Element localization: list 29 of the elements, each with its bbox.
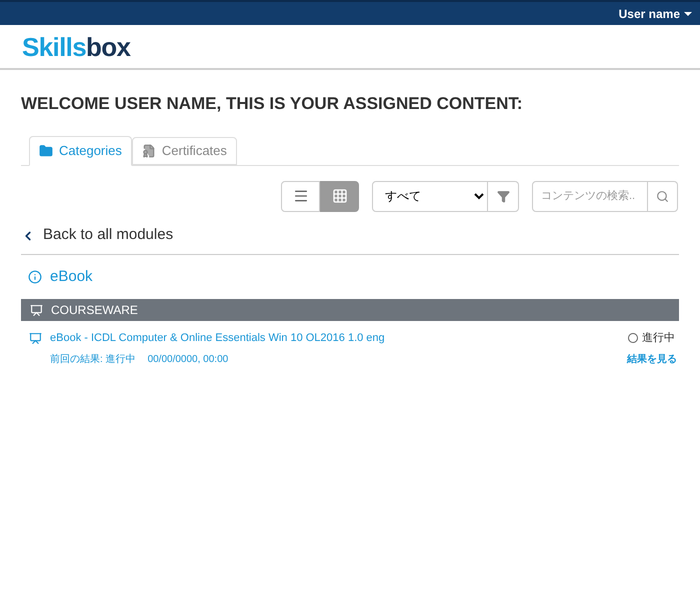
- search-field[interactable]: コンテンツの検索..: [532, 180, 648, 212]
- list-icon: [292, 188, 308, 204]
- caret-icon: [684, 12, 692, 16]
- tab[interactable]: Certificates: [132, 136, 237, 164]
- section-title: COURSEWARE: [51, 302, 138, 319]
- search-icon: [656, 190, 669, 202]
- list-view-button[interactable]: [281, 180, 320, 212]
- module-title: eBook: [50, 266, 93, 286]
- category-select[interactable]: すべて: [372, 180, 488, 212]
- back-link[interactable]: Back to all modules: [21, 226, 679, 246]
- tab[interactable]: Categories: [29, 136, 132, 166]
- status-text: 進行中: [642, 331, 675, 346]
- logo: Skillsbox: [22, 34, 130, 60]
- filter-button[interactable]: [488, 180, 519, 212]
- certificate-icon: [142, 144, 156, 158]
- view-results-link[interactable]: 結果を見る: [627, 352, 677, 366]
- user-menu[interactable]: User name: [618, 4, 692, 22]
- page-heading: WELCOME USER NAME, THIS IS YOUR ASSIGNED CONTENT:: [21, 93, 524, 115]
- last-result: 前回の結果: 進行中: [50, 352, 136, 366]
- presentation-icon: [29, 332, 42, 345]
- grid-icon: [332, 188, 348, 204]
- folder-icon: [39, 144, 53, 158]
- presentation-icon: [30, 304, 43, 316]
- result-date: 00/00/0000, 00:00: [148, 352, 228, 366]
- info-icon: [28, 270, 42, 284]
- filter-icon: [496, 190, 510, 202]
- search-button[interactable]: [648, 180, 678, 212]
- grid-view-button[interactable]: [320, 180, 359, 212]
- content-link[interactable]: eBook - ICDL Computer & Online Essentials Win 10 OL2016 1.0 eng: [50, 330, 385, 346]
